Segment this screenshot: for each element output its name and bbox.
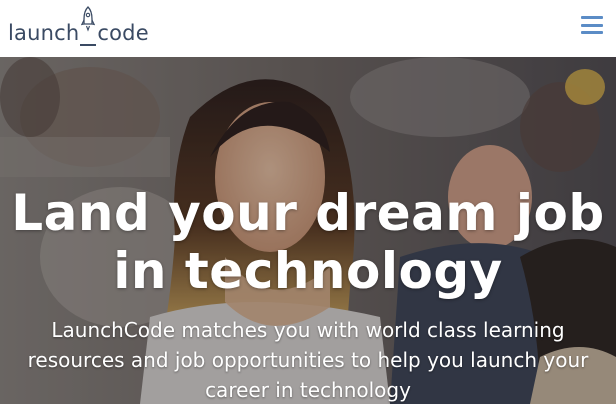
hero-section: Land your dream job in technology Launch…: [0, 57, 616, 404]
logo-text-code: code: [97, 21, 149, 45]
rocket-icon: [79, 6, 97, 50]
hero-headline-line-1: Land your dream job: [11, 184, 605, 242]
launchcode-logo[interactable]: launch code: [8, 6, 149, 50]
site-header: launch code: [0, 0, 616, 57]
logo-text-launch: launch: [8, 21, 80, 45]
hero-subtext-line-3: career in technology: [205, 378, 411, 402]
hero-subtext: LaunchCode matches you with world class …: [18, 315, 598, 404]
hero-headline-line-2: in technology: [113, 242, 503, 300]
hero-subtext-line-1: LaunchCode matches you with world class …: [51, 318, 565, 342]
hamburger-menu-icon[interactable]: [581, 16, 603, 34]
hero-subtext-line-2: resources and job opportunities to help …: [27, 348, 589, 372]
logo-underscore: [80, 44, 97, 46]
hero-headline: Land your dream job in technology: [0, 184, 616, 300]
